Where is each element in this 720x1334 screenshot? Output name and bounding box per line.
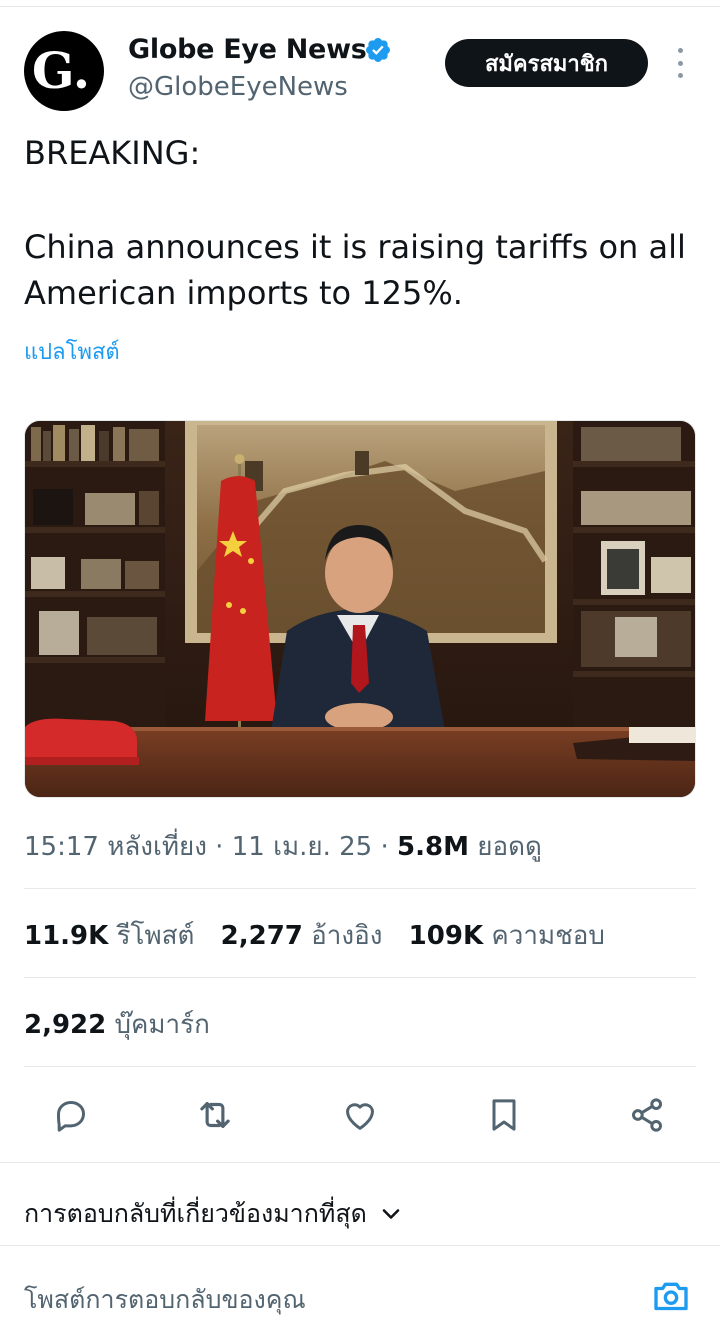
divider — [24, 1066, 696, 1067]
reply-sort-dropdown[interactable]: การตอบกลับที่เกี่ยวข้องมากที่สุด — [24, 1194, 403, 1234]
divider — [24, 888, 696, 889]
post-text-body: China announces it is raising tariffs on… — [24, 228, 686, 313]
avatar-letter: G. — [31, 41, 91, 100]
bookmarks-label: บุ๊คมาร์ก — [114, 1010, 210, 1040]
subscribe-button[interactable]: สมัครสมาชิก — [445, 39, 648, 87]
post-meta: 15:17 หลังเที่ยง · 11 เม.ย. 25 · 5.8M ยอ… — [24, 832, 542, 862]
author-name[interactable]: Globe Eye News — [128, 34, 367, 65]
quotes-stat[interactable]: 2,277 อ้างอิง — [221, 921, 383, 951]
verified-badge-icon — [366, 38, 390, 62]
more-options-icon[interactable] — [672, 48, 688, 78]
author-handle[interactable]: @GlobeEyeNews — [128, 72, 348, 102]
reply-compose-input[interactable]: โพสต์การตอบกลับของคุณ — [24, 1280, 306, 1320]
bookmarks-count: 2,922 — [24, 1010, 107, 1040]
repost-icon — [200, 1102, 230, 1128]
post-image[interactable] — [24, 420, 696, 798]
views-label: ยอดดู — [477, 832, 542, 862]
divider — [24, 977, 696, 978]
engagement-stats: 11.9K รีโพสต์ 2,277 อ้างอิง 109K ความชอบ — [24, 915, 605, 956]
reply-button[interactable] — [50, 1094, 92, 1136]
chevron-down-icon — [382, 1209, 400, 1219]
reply-icon — [57, 1101, 85, 1132]
translate-post-link[interactable]: แปลโพสต์ — [24, 334, 120, 369]
divider — [0, 1162, 720, 1163]
like-icon — [346, 1103, 374, 1130]
bookmarks-stat: 2,922 บุ๊คมาร์ก — [24, 1004, 210, 1045]
post-time[interactable]: 15:17 หลังเที่ยง — [24, 832, 207, 862]
bookmark-button[interactable] — [483, 1094, 525, 1136]
top-divider — [0, 6, 720, 7]
avatar[interactable]: G. — [24, 31, 104, 111]
like-button[interactable] — [339, 1094, 381, 1136]
post-date[interactable]: 11 เม.ย. 25 — [232, 832, 373, 862]
reposts-stat[interactable]: 11.9K รีโพสต์ — [24, 921, 194, 951]
post-text-headline: BREAKING: — [24, 134, 201, 172]
repost-button[interactable] — [194, 1094, 236, 1136]
views-count: 5.8M — [397, 832, 469, 862]
share-button[interactable] — [626, 1094, 668, 1136]
divider — [0, 1245, 720, 1246]
likes-stat[interactable]: 109K ความชอบ — [409, 921, 605, 951]
bookmark-icon — [492, 1099, 516, 1131]
share-icon — [632, 1098, 662, 1132]
camera-icon[interactable] — [650, 1276, 692, 1316]
reply-sort-label: การตอบกลับที่เกี่ยวข้องมากที่สุด — [24, 1199, 367, 1228]
